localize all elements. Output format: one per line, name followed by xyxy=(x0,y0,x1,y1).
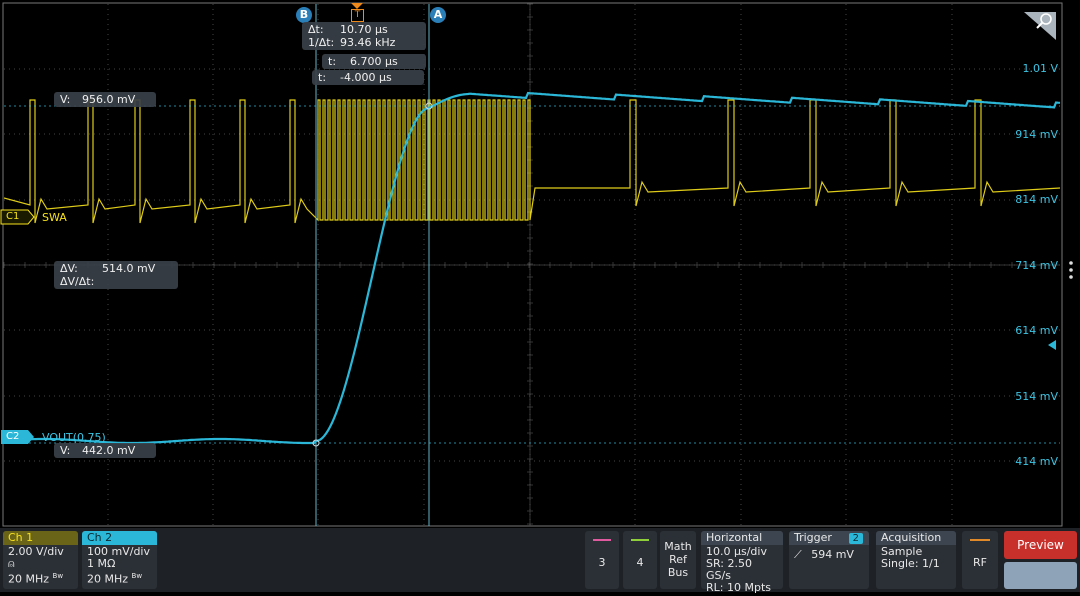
v-upper-readout[interactable]: V: 956.0 mV xyxy=(54,92,156,107)
y-label-3: 814 mV xyxy=(1015,193,1058,206)
ch1-bw-limit-mark: Bw xyxy=(52,572,64,580)
y-label-5: 614 mV xyxy=(1015,324,1058,337)
blank-softkey[interactable] xyxy=(1004,562,1077,589)
ch1-swa-waveform xyxy=(4,99,1061,224)
y-label-6: 514 mV xyxy=(1015,390,1058,403)
horizontal-badge[interactable]: Horizontal 10.0 µs/div SR: 2.50 GS/s RL:… xyxy=(701,531,783,594)
delta-v-readout[interactable]: ΔV: 514.0 mV ΔV/Δt: xyxy=(54,261,178,289)
delta-v-value: 514.0 mV xyxy=(102,262,156,275)
sample-rate: SR: 2.50 GS/s xyxy=(706,557,752,582)
t-b-readout[interactable]: t: -4.000 µs xyxy=(312,70,424,85)
y-label-1: 1.01 V xyxy=(1022,62,1058,75)
ch1-bandwidth: 20 MHz xyxy=(8,572,50,586)
bottom-settings-bar: Ch 1 2.00 V/div ⍝ 20 MHz Bw Ch 2 100 mV/… xyxy=(0,528,1080,594)
ch1-badge-title: Ch 1 xyxy=(3,531,78,545)
ch2-bandwidth: 20 MHz xyxy=(87,572,129,586)
cursor-b-handle[interactable]: B xyxy=(296,7,312,23)
ch1-label: SWA xyxy=(42,211,67,224)
ch2-marker[interactable]: C2 xyxy=(6,431,19,442)
trigger-title: Trigger xyxy=(794,531,832,544)
t-a-readout[interactable]: t: 6.700 µs xyxy=(322,54,426,69)
y-label-2: 914 mV xyxy=(1015,128,1058,141)
trigger-badge[interactable]: Trigger 2 ⟋ 594 mV xyxy=(789,531,869,589)
trigger-level-icon xyxy=(1048,340,1056,350)
rising-edge-icon: ⟋ xyxy=(794,548,802,561)
v-upper-value: 956.0 mV xyxy=(82,93,136,106)
ch3-button[interactable]: 3 xyxy=(585,531,619,589)
dc-coupling-icon: ⍝ xyxy=(8,557,15,570)
y-label-7: 414 mV xyxy=(1015,455,1058,468)
trigger-t-icon: T xyxy=(351,9,364,22)
trigger-level: 594 mV xyxy=(811,548,854,561)
preview-button[interactable]: Preview xyxy=(1004,531,1077,559)
scope-display[interactable]: C1 SWA C2 VOUT(0.75) B A T 1.01 V 914 mV… xyxy=(0,0,1080,592)
t-a-value: 6.700 µs xyxy=(350,55,398,68)
v-lower-value: 442.0 mV xyxy=(82,444,136,457)
delta-t-readout[interactable]: Δt: 10.70 µs 1/Δt: 93.46 kHz xyxy=(302,22,426,50)
ch4-button[interactable]: 4 xyxy=(623,531,657,589)
v-lower-readout[interactable]: V: 442.0 mV xyxy=(54,443,156,458)
acquisition-badge[interactable]: Acquisition Sample Single: 1/1 xyxy=(876,531,956,589)
ch2-badge[interactable]: Ch 2 100 mV/div 1 MΩ 20 MHz Bw xyxy=(82,531,157,589)
cursor-a-handle[interactable]: A xyxy=(430,7,446,23)
rf-button[interactable]: RF xyxy=(962,531,998,589)
ch1-badge[interactable]: Ch 1 2.00 V/div ⍝ 20 MHz Bw xyxy=(3,531,78,589)
math-ref-bus-button[interactable]: Math Ref Bus xyxy=(660,531,696,589)
dv-dt-label: ΔV/Δt: xyxy=(60,275,95,288)
ch1-scale: 2.00 V/div xyxy=(8,545,64,558)
side-panel-handle-icon xyxy=(1069,268,1073,272)
ch2-badge-title: Ch 2 xyxy=(82,531,157,545)
y-label-4: 714 mV xyxy=(1015,259,1058,272)
t-b-value: -4.000 µs xyxy=(340,71,392,84)
waveform-plot[interactable] xyxy=(0,0,1080,592)
acquisition-title: Acquisition xyxy=(876,531,956,545)
trigger-source: 2 xyxy=(848,533,863,544)
record-length: RL: 10 Mpts xyxy=(706,581,771,594)
ch2-impedance: 1 MΩ xyxy=(87,557,116,570)
acquisition-state: Single: 1/1 xyxy=(881,557,940,570)
inv-delta-t-value: 93.46 kHz xyxy=(340,36,396,49)
ch1-marker[interactable]: C1 xyxy=(6,211,19,222)
ch2-bw-limit-mark: Bw xyxy=(131,572,143,580)
delta-t-value: 10.70 µs xyxy=(340,23,388,36)
trigger-position-marker[interactable]: T xyxy=(351,3,364,22)
horizontal-title: Horizontal xyxy=(701,531,783,545)
